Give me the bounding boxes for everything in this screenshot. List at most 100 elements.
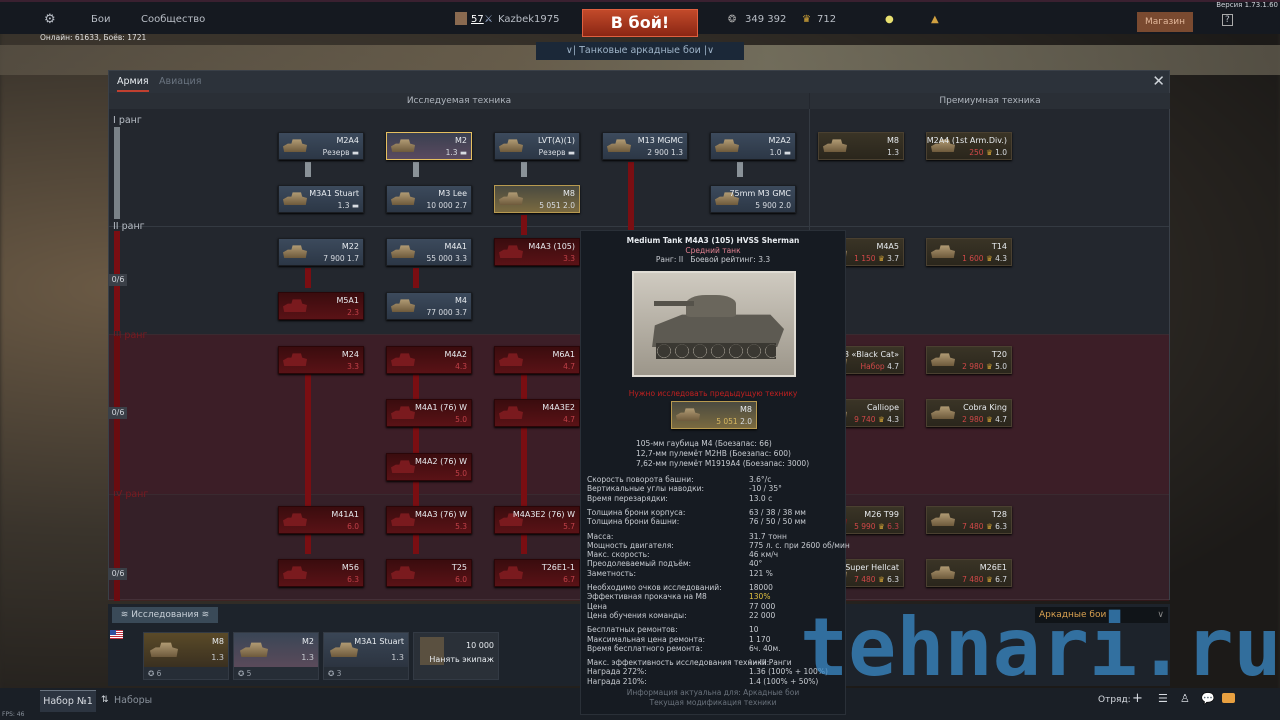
shop-button[interactable]: Магазин [1137,12,1193,32]
tank-icon [607,139,631,152]
tank-icon [391,353,415,366]
vehicle-cost: 250 [969,148,984,157]
mail-icon[interactable] [1222,693,1235,703]
tab-aviation[interactable]: Авиация [159,76,201,87]
tank-icon [931,513,955,526]
help-button[interactable]: ? [1222,14,1233,26]
stat-row: Заметность: 121 % [587,569,841,578]
vehicle-card[interactable]: M3A1 Stuart 1.3 ▬ [278,185,364,213]
tree-arrow [521,162,527,177]
crew-slot[interactable]: M8 1.3 ✪ 6 [143,632,229,680]
vehicle-card[interactable]: M41A1 6.0 [278,506,364,534]
vehicle-card[interactable]: M2A4 Резерв ▬ [278,132,364,160]
vehicle-card[interactable]: M5A1 2.3 [278,292,364,320]
player-name[interactable]: Kazbek1975 [498,14,560,25]
presets-link[interactable]: Наборы [114,695,152,706]
menu-community[interactable]: Сообщество [141,14,205,25]
gear-icon[interactable]: ⚙ [44,12,56,27]
vehicle-cost: 7 480 [962,522,984,531]
stat-row: Толщина брони башни: 76 / 50 / 50 мм [587,517,841,526]
tooltip-warning: Нужно исследовать предыдущую технику [628,389,798,398]
stat-label: Награда 210%: [587,676,647,686]
game-mode-selector[interactable]: ∨| Танковые аркадные бои |∨ [536,42,744,60]
vehicle-card[interactable]: M4A3 (105) 3.3 [494,238,580,266]
tank-icon [240,642,268,657]
vehicle-info: 5 900 2.0 [755,201,791,210]
stat-value: 130% [749,592,771,602]
vehicle-card[interactable]: M4A2 4.3 [386,346,472,374]
tooltip-class: Средний танк [685,246,741,255]
vehicle-name: M24 [341,350,359,359]
swap-icon[interactable]: ⇅ [101,695,109,705]
close-icon[interactable]: ✕ [1152,72,1165,90]
vehicle-name: M26 T99 [864,510,899,519]
stat-label: Эффективная прокачка на M8 [587,592,707,602]
crew-slot[interactable]: M3A1 Stuart 1.3 ✪ 3 [323,632,409,680]
chevron-down-icon: |∨ [700,45,715,56]
vehicle-name: M8 [563,189,575,198]
rank-badge-icon[interactable]: ▲ [931,14,939,25]
vehicle-card[interactable]: M2 1.3 ▬ [386,132,472,160]
vehicle-card[interactable]: T25 6.0 [386,559,472,587]
tab-army[interactable]: Армия [117,76,149,92]
premium-vehicle-card[interactable]: M8 1.3 [818,132,904,160]
lightbulb-icon[interactable]: ● [885,14,894,25]
vehicle-info: 55 000 3.3 [426,254,467,263]
premium-vehicle-card[interactable]: T20 2 980 ♛ 5.0 [926,346,1012,374]
vehicle-card[interactable]: M2A2 1.0 ▬ [710,132,796,160]
vehicle-card[interactable]: M8 5 051 2.0 [494,185,580,213]
vehicle-cost: 2 980 [962,362,984,371]
vehicle-card[interactable]: M22 7 900 1.7 [278,238,364,266]
stat-label: Награда 272%: [587,667,647,677]
vehicle-card[interactable]: M4A1 (76) W 5.0 [386,399,472,427]
rank-progress-bar [114,127,120,219]
vehicle-card[interactable]: LVT(A)(1) Резерв ▬ [494,132,580,160]
hire-crew-slot[interactable]: 10 000 Нанять экипаж [413,632,499,680]
premium-vehicle-card[interactable]: M26E1 7 480 ♛ 6.7 [926,559,1012,587]
vehicle-card[interactable]: 75mm M3 GMC 5 900 2.0 [710,185,796,213]
vehicle-cost: Набор [860,362,885,371]
vehicle-card[interactable]: M4A2 (76) W 5.0 [386,453,472,481]
vehicle-card[interactable]: M24 3.3 [278,346,364,374]
crew-slot[interactable]: M2 1.3 ✪ 5 [233,632,319,680]
vehicle-name: M26E1 [979,563,1007,572]
vehicle-card[interactable]: M4A3E2 4.7 [494,399,580,427]
research-tab[interactable]: ≋ Исследования ≋ [112,607,218,623]
tank-icon [283,192,307,205]
hire-label: Нанять экипаж [429,655,494,664]
vehicle-card[interactable]: M13 MGMC 2 900 1.3 [602,132,688,160]
usa-flag-icon[interactable] [110,630,123,639]
stat-value: 31.7 тонн [749,531,787,541]
vehicle-card[interactable]: M4A1 55 000 3.3 [386,238,472,266]
premium-vehicle-card[interactable]: T14 1 600 ♛ 4.3 [926,238,1012,266]
vehicle-card[interactable]: M56 6.3 [278,559,364,587]
tank-icon [283,353,307,366]
vehicle-info: 7 900 1.7 [323,254,359,263]
vehicle-card[interactable]: M4A3E2 (76) W 5.7 [494,506,580,534]
vehicle-name: M41A1 [331,510,359,519]
stat-value: 22 000 [749,610,776,620]
vehicle-info: Резерв ▬ [538,148,575,157]
premium-vehicle-card[interactable]: Cobra King 2 980 ♛ 4.7 [926,399,1012,427]
vehicle-info: 2 980 ♛ 4.7 [962,415,1007,424]
slot-crew-level: ✪ 6 [148,669,162,678]
stat-value: 40° [749,559,763,569]
avatar[interactable] [455,12,467,25]
tooltip-rank: Ранг: II [655,255,684,264]
to-battle-button[interactable]: В бой! [582,9,698,37]
premium-vehicle-card[interactable]: M2A4 (1st Arm.Div.) 250 ♛ 1.0 [926,132,1012,160]
vehicle-info: 5.3 [455,522,467,531]
tank-icon [150,642,178,657]
preset-button[interactable]: Набор №1 [40,690,96,712]
game-mode-label: Танковые аркадные бои [579,45,701,56]
vehicle-br: 6.3 [887,522,899,531]
menu-battles[interactable]: Бои [91,14,110,25]
vehicle-card[interactable]: M6A1 4.7 [494,346,580,374]
premium-vehicle-card[interactable]: T28 7 480 ♛ 6.3 [926,506,1012,534]
stat-label: Вертикальные углы наводки: [587,484,705,494]
vehicle-card[interactable]: T26E1-1 6.7 [494,559,580,587]
vehicle-card[interactable]: M3 Lee 10 000 2.7 [386,185,472,213]
premium-header: Премиумная техника [810,93,1170,109]
vehicle-card[interactable]: M4A3 (76) W 5.3 [386,506,472,534]
vehicle-card[interactable]: M4 77 000 3.7 [386,292,472,320]
